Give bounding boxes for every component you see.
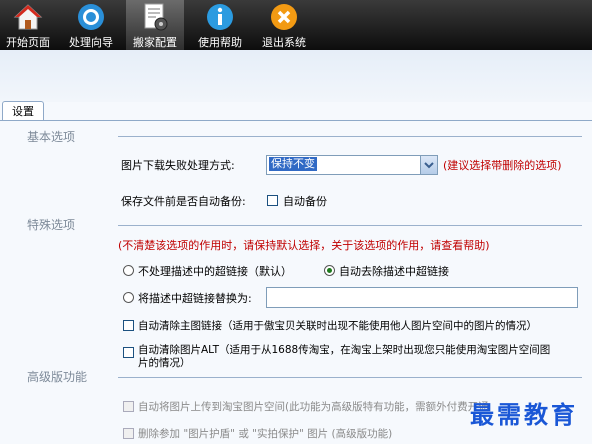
toolbar-home-button[interactable]: 开始页面: [0, 0, 56, 50]
watermark: 最需教育: [470, 401, 578, 429]
section-divider: [118, 377, 582, 378]
clear-main-link-checkbox[interactable]: [123, 320, 134, 331]
config-doc-icon: [144, 3, 168, 31]
tab-settings[interactable]: 设置: [2, 101, 44, 121]
toolbar-label: 退出系统: [262, 36, 306, 49]
special-note: (不清楚该选项的作用时，请保持默认选择，关于该选项的作用，请查看帮助): [118, 239, 490, 252]
clear-alt-label-line2: 片的情况）: [138, 357, 191, 369]
radio-keep-links[interactable]: [123, 265, 134, 276]
exit-icon: [271, 4, 297, 30]
chevron-down-icon: [424, 162, 434, 169]
upload-images-checkbox[interactable]: [123, 401, 134, 412]
toolbar-exit-button[interactable]: 退出系统: [256, 0, 312, 50]
toolbar-label: 开始页面: [6, 36, 50, 49]
backup-label: 保存文件前是否自动备份:: [121, 195, 246, 208]
radio-replace-links[interactable]: [123, 292, 134, 303]
upload-images-label: 自动将图片上传到淘宝图片空间(此功能为高级版特有功能，需额外付费开通: [138, 401, 489, 413]
toolbar-config-button[interactable]: 搬家配置: [126, 0, 184, 50]
toolbar-spacer: [0, 50, 592, 102]
toolbar-help-button[interactable]: 使用帮助: [192, 0, 248, 50]
section-advanced-title: 高级版功能: [27, 370, 88, 384]
toolbar-wizard-button[interactable]: 处理向导: [62, 0, 120, 50]
section-basic-title: 基本选项: [27, 130, 76, 144]
backup-checkbox-label: 自动备份: [283, 195, 327, 208]
section-divider: [118, 225, 582, 226]
image-fail-select-value: 保持不变: [269, 157, 317, 171]
clear-alt-label-line1: 自动清除图片ALT（适用于从1688传淘宝，在淘宝上架时出现您只能使用淘宝图片空…: [138, 344, 551, 356]
radio-replace-links-label: 将描述中超链接替换为:: [138, 292, 252, 305]
home-icon: [13, 4, 43, 30]
backup-checkbox[interactable]: [267, 195, 278, 206]
clear-main-link-label: 自动清除主图链接（适用于傲宝贝关联时出现不能使用他人图片空间中的图片的情况）: [138, 320, 537, 332]
toolbar-label: 处理向导: [69, 36, 113, 49]
radio-remove-links-label: 自动去除描述中超链接: [339, 265, 449, 278]
clear-alt-checkbox[interactable]: [123, 347, 134, 358]
radio-remove-links[interactable]: [324, 265, 335, 276]
replace-link-input[interactable]: [266, 287, 578, 308]
delete-protected-checkbox[interactable]: [123, 428, 134, 439]
info-icon: [207, 4, 233, 30]
section-divider: [118, 136, 582, 137]
image-fail-hint: (建议选择带删除的选项): [443, 159, 562, 172]
tab-label: 设置: [12, 105, 34, 118]
dropdown-button[interactable]: [420, 156, 437, 174]
radio-keep-links-label: 不处理描述中的超链接（默认）: [138, 265, 292, 278]
delete-protected-label: 删除参加 "图片护盾" 或 "实拍保护" 图片 (高级版功能): [138, 428, 393, 440]
main-toolbar: 开始页面 处理向导 搬家配置 使用帮助 退出系统: [0, 0, 592, 50]
section-special-title: 特殊选项: [27, 218, 76, 232]
toolbar-label: 搬家配置: [133, 36, 177, 49]
image-fail-label: 图片下载失败处理方式:: [121, 159, 235, 172]
toolbar-label: 使用帮助: [198, 36, 242, 49]
wizard-icon: [78, 4, 104, 30]
image-fail-select[interactable]: 保持不变: [266, 155, 438, 175]
